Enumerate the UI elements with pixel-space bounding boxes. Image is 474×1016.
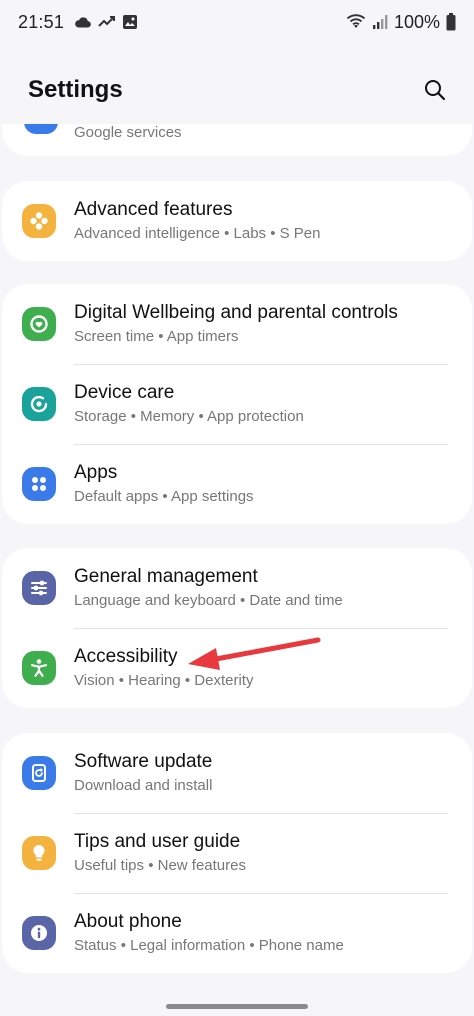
item-title: General management bbox=[74, 565, 258, 587]
item-title: Digital Wellbeing and parental controls bbox=[74, 301, 398, 323]
settings-group-3: General management Language and keyboard… bbox=[2, 548, 472, 708]
search-icon bbox=[425, 80, 446, 101]
settings-group-4: Software update Download and install Tip… bbox=[2, 733, 472, 973]
item-title: About phone bbox=[74, 910, 182, 932]
item-subtitle: Google services bbox=[74, 124, 182, 141]
item-subtitle: Status • Legal information • Phone name bbox=[74, 936, 344, 954]
settings-group-2: Digital Wellbeing and parental controls … bbox=[2, 284, 472, 524]
device-care-icon bbox=[22, 387, 56, 421]
settings-screen: 21:51 100% Settings Google services Adva… bbox=[0, 0, 474, 1016]
google-services-item[interactable]: Google services bbox=[2, 124, 472, 156]
accessibility-icon bbox=[22, 651, 56, 685]
general-management-icon bbox=[22, 571, 56, 605]
about-phone-icon bbox=[22, 916, 56, 950]
page-title: Settings bbox=[28, 76, 123, 103]
settings-item-apps[interactable]: Apps Default apps • App settings bbox=[2, 444, 472, 524]
cloud-icon bbox=[75, 17, 91, 28]
search-button[interactable] bbox=[422, 77, 448, 103]
status-bar: 21:51 100% bbox=[0, 0, 474, 44]
item-subtitle: Useful tips • New features bbox=[74, 856, 246, 874]
wifi-icon bbox=[346, 14, 366, 28]
item-subtitle: Screen time • App timers bbox=[74, 327, 239, 345]
wellbeing-icon bbox=[22, 307, 56, 341]
battery-percent: 100% bbox=[393, 11, 440, 32]
item-title: Advanced features bbox=[74, 198, 233, 220]
item-subtitle: Default apps • App settings bbox=[74, 487, 254, 505]
item-subtitle: Advanced intelligence • Labs • S Pen bbox=[74, 224, 321, 242]
tips-icon bbox=[22, 836, 56, 870]
item-title: Software update bbox=[74, 750, 213, 772]
settings-item-digital-wellbeing[interactable]: Digital Wellbeing and parental controls … bbox=[2, 284, 472, 364]
item-subtitle: Storage • Memory • App protection bbox=[74, 407, 304, 425]
settings-item-device-care[interactable]: Device care Storage • Memory • App prote… bbox=[2, 364, 472, 444]
item-title: Tips and user guide bbox=[74, 830, 241, 852]
header: Settings bbox=[0, 68, 474, 112]
status-time: 21:51 bbox=[18, 11, 65, 32]
signal-icon bbox=[372, 15, 388, 29]
settings-item-tips[interactable]: Tips and user guide Useful tips • New fe… bbox=[2, 813, 472, 893]
item-title: Apps bbox=[74, 461, 118, 483]
settings-item-about-phone[interactable]: About phone Status • Legal information •… bbox=[2, 893, 472, 973]
item-title: Device care bbox=[74, 381, 175, 403]
advanced-features-icon bbox=[22, 204, 56, 238]
trend-icon bbox=[98, 16, 116, 27]
settings-item-advanced-features[interactable]: Advanced features Advanced intelligence … bbox=[2, 181, 472, 261]
item-subtitle: Language and keyboard • Date and time bbox=[74, 591, 343, 609]
image-icon bbox=[123, 15, 138, 29]
settings-item-software-update[interactable]: Software update Download and install bbox=[2, 733, 472, 813]
settings-group-1: Advanced features Advanced intelligence … bbox=[2, 181, 472, 261]
home-indicator[interactable] bbox=[166, 1004, 308, 1009]
google-icon bbox=[24, 124, 58, 134]
item-subtitle: Download and install bbox=[74, 776, 213, 794]
annotation-arrow bbox=[188, 637, 321, 670]
settings-item-general-management[interactable]: General management Language and keyboard… bbox=[2, 548, 472, 628]
software-update-icon bbox=[22, 756, 56, 790]
battery-icon bbox=[446, 13, 456, 31]
apps-icon bbox=[22, 467, 56, 501]
